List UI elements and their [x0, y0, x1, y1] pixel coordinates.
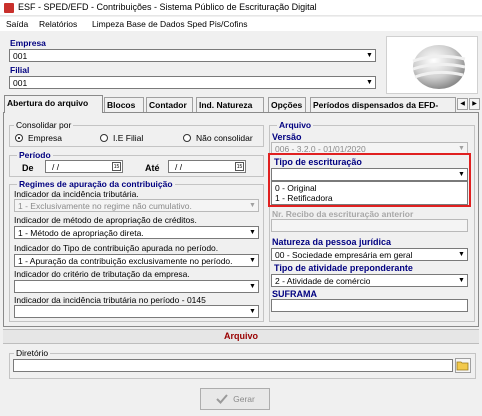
metodo-label: Indicador de método de apropriação de cr…: [14, 215, 197, 225]
diretorio-field[interactable]: [13, 359, 453, 372]
menu-item-relatorios[interactable]: Relatórios: [39, 19, 77, 29]
recibo-label: Nr. Recibo da escrituração anterior: [272, 209, 414, 219]
chevron-down-icon: ▼: [458, 277, 465, 284]
app-icon: [4, 3, 14, 13]
incidencia-0145-select[interactable]: ▼: [14, 305, 259, 318]
radio-empresa[interactable]: [15, 134, 23, 142]
empresa-label: Empresa: [10, 38, 46, 48]
natureza-select[interactable]: 00 - Sociedade empresária em geral ▼: [271, 248, 468, 261]
de-date-field[interactable]: / / 15: [45, 160, 123, 173]
suframa-label: SUFRAMA: [272, 289, 317, 299]
highlight-box: [268, 153, 471, 207]
tab-abertura[interactable]: Abertura do arquivo: [4, 95, 103, 113]
atividade-label: Tipo de atividade preponderante: [274, 263, 413, 273]
browse-folder-button[interactable]: [455, 358, 471, 373]
calendar-icon[interactable]: 15: [112, 162, 121, 171]
ate-label: Até: [145, 163, 160, 173]
incidencia-label: Indicador da incidência tributária.: [14, 189, 139, 199]
suframa-field[interactable]: [271, 299, 468, 312]
radio-ie-filial-label: I.E Filial: [113, 133, 144, 143]
chevron-down-icon: ▼: [366, 52, 373, 59]
incidencia-select[interactable]: 1 - Exclusivamente no regime não cumulat…: [14, 199, 259, 212]
menu-bar: Saída Relatórios Limpeza Base de Dados S…: [0, 17, 482, 31]
chevron-down-icon: ▼: [249, 308, 256, 315]
empresa-select[interactable]: 001 ▼: [9, 49, 376, 62]
diretorio-label: Diretório: [14, 348, 51, 358]
chevron-down-icon: ▼: [249, 229, 256, 236]
consolidar-label: Consolidar por: [14, 120, 74, 130]
check-icon: [216, 394, 228, 404]
ate-date-field[interactable]: / / 15: [168, 160, 246, 173]
metodo-select[interactable]: 1 - Método de apropriação direta. ▼: [14, 226, 259, 239]
gerar-button[interactable]: Gerar: [200, 388, 270, 410]
arquivo-group-label: Arquivo: [277, 120, 314, 130]
window-title: ESF - SPED/EFD - Contribuições - Sistema…: [18, 2, 317, 12]
criterio-select[interactable]: ▼: [14, 280, 259, 293]
tab-scroll-left[interactable]: ◀: [457, 98, 468, 110]
menu-item-saida[interactable]: Saída: [6, 19, 28, 29]
arquivo-section-header: Arquivo: [3, 329, 479, 344]
radio-nao-consolidar[interactable]: [183, 134, 191, 142]
criterio-label: Indicador do critério de tributação da e…: [14, 269, 190, 279]
tab-blocos[interactable]: Blocos: [104, 97, 144, 112]
tab-contador[interactable]: Contador: [146, 97, 193, 112]
radio-ie-filial[interactable]: [100, 134, 108, 142]
recibo-field[interactable]: [271, 219, 468, 232]
logo-graphic: [386, 36, 478, 94]
natureza-label: Natureza da pessoa jurídica: [272, 237, 392, 247]
radio-nao-consolidar-label: Não consolidar: [196, 133, 253, 143]
regimes-label: Regimes de apuração da contribuição: [17, 179, 175, 189]
versao-label: Versão: [272, 132, 302, 142]
de-label: De: [22, 163, 34, 173]
filial-select[interactable]: 001 ▼: [9, 76, 376, 89]
chevron-down-icon: ▼: [249, 257, 256, 264]
chevron-down-icon: ▼: [458, 251, 465, 258]
filial-label: Filial: [10, 65, 30, 75]
title-bar: ESF - SPED/EFD - Contribuições - Sistema…: [0, 0, 482, 16]
gerar-button-label: Gerar: [233, 394, 255, 404]
incidencia-0145-label: Indicador da incidência tributária no pe…: [14, 295, 206, 305]
tab-periodos-dispensados[interactable]: Períodos dispensados da EFD-: [310, 97, 456, 112]
calendar-icon[interactable]: 15: [235, 162, 244, 171]
radio-empresa-label: Empresa: [28, 133, 63, 143]
menu-item-limpeza[interactable]: Limpeza Base de Dados Sped Pis/Cofins: [92, 19, 247, 29]
atividade-select[interactable]: 2 - Atividade de comércio ▼: [271, 274, 468, 287]
chevron-down-icon: ▼: [249, 283, 256, 290]
chevron-down-icon: ▼: [249, 202, 256, 209]
tab-scroll-right[interactable]: ▶: [469, 98, 480, 110]
tab-ind-natureza[interactable]: Ind. Natureza: [196, 97, 264, 112]
tab-opcoes[interactable]: Opções: [268, 97, 306, 112]
tipo-select[interactable]: 1 - Apuração da contribuição exclusivame…: [14, 254, 259, 267]
tipo-label: Indicador do Tipo de contribuição apurad…: [14, 243, 219, 253]
folder-icon: [456, 361, 469, 371]
periodo-label: Período: [17, 150, 53, 160]
chevron-down-icon: ▼: [366, 79, 373, 86]
